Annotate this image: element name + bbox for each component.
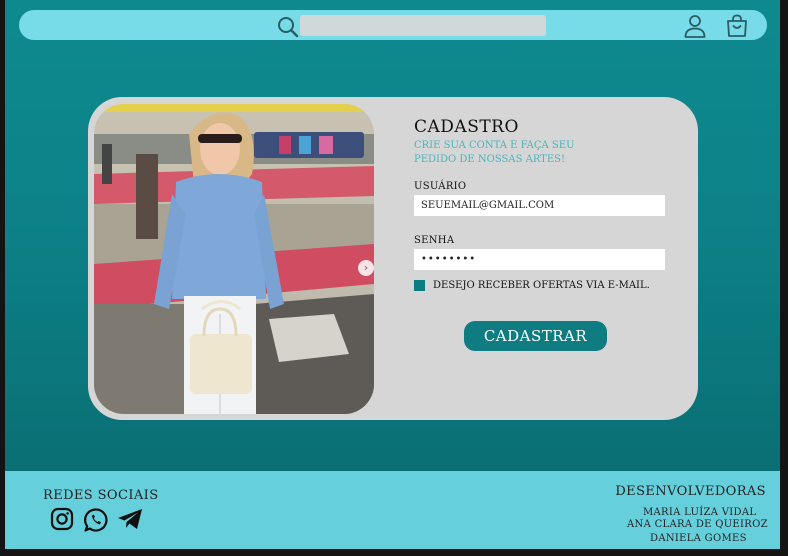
page: › CADASTRO CRIE SUA CONTA E FAÇA SEU PED… [5, 0, 780, 471]
user-label: USUÁRIO [414, 181, 467, 192]
password-label: SENHA [414, 235, 455, 246]
signup-card: › CADASTRO CRIE SUA CONTA E FAÇA SEU PED… [88, 97, 698, 420]
telegram-icon[interactable] [116, 507, 144, 531]
top-navbar [19, 10, 767, 40]
whatsapp-icon[interactable] [83, 507, 109, 533]
offers-checkbox[interactable] [414, 280, 425, 291]
footer: REDES SOCIAIS DESENVOLVEDORAS MARIA LUÍZ… [5, 471, 780, 549]
social-title: REDES SOCIAIS [43, 488, 159, 503]
signup-subtitle: CRIE SUA CONTA E FAÇA SEU PEDIDO DE NOSS… [414, 140, 575, 165]
user-icon[interactable] [682, 13, 708, 39]
developer-name: MARIA LUÍZA VIDAL [643, 507, 757, 518]
offers-checkbox-label: DESEJO RECEBER OFERTAS VIA E-MAIL. [433, 280, 650, 291]
developers-title: DESENVOLVEDORAS [615, 484, 766, 499]
search-icon[interactable] [276, 15, 300, 39]
email-field[interactable]: SEUEMAIL@GMAIL.COM [414, 195, 665, 216]
carousel-next-button[interactable]: › [358, 260, 374, 276]
carousel-photo: › [94, 104, 374, 414]
password-field[interactable]: •••••••• [414, 249, 665, 270]
developer-name: DANIELA GOMES [650, 533, 747, 544]
search-input[interactable] [300, 15, 546, 36]
fashion-model-photo [94, 104, 374, 414]
register-button[interactable]: CADASTRAR [464, 321, 607, 351]
shopping-bag-icon[interactable] [724, 13, 750, 39]
developer-name: ANA CLARA DE QUEIROZ [627, 519, 768, 530]
instagram-icon[interactable] [50, 507, 74, 531]
page-title: CADASTRO [414, 117, 519, 137]
